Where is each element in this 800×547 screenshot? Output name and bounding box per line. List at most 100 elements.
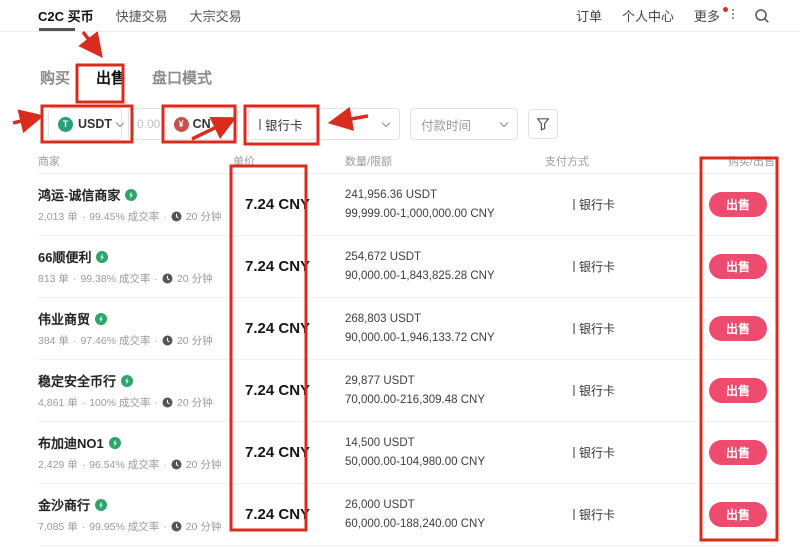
- merchant-name[interactable]: 鸿运-诚信商家: [38, 185, 120, 204]
- merchant-stats: 384 单· 97.46% 成交率· 20 分钟: [38, 333, 233, 348]
- nav-item-more[interactable]: 更多: [694, 6, 734, 25]
- sell-button[interactable]: 出售: [709, 440, 767, 465]
- merchant-name[interactable]: 66顺便利: [38, 247, 91, 266]
- available-amount: 268,803 USDT: [345, 310, 545, 328]
- unit-price: 7.24 CNY: [233, 320, 345, 337]
- nav-item-profile[interactable]: 个人中心: [622, 6, 674, 25]
- table-row: 66顺便利 813 单· 99.38% 成交率· 20 分钟 7.24 CNY …: [38, 236, 775, 298]
- available-amount: 29,877 USDT: [345, 372, 545, 390]
- unit-price: 7.24 CNY: [233, 506, 345, 523]
- advanced-filter-button[interactable]: [528, 109, 558, 139]
- clock-icon: [162, 273, 173, 284]
- clock-icon: [171, 211, 182, 222]
- header-merchant: 商家: [38, 153, 233, 169]
- limit-range: 90,000.00-1,946,133.72 CNY: [345, 329, 545, 347]
- chevron-down-icon: [116, 118, 124, 126]
- amount-limit-cell: 254,672 USDT 90,000.00-1,843,825.28 CNY: [345, 248, 545, 285]
- chevron-down-icon: [222, 118, 230, 126]
- amount-input[interactable]: [137, 117, 169, 131]
- payment-method: 银行卡: [545, 382, 677, 399]
- merchant-name[interactable]: 金沙商行: [38, 495, 90, 514]
- merchant-stats: 2,013 单· 99.45% 成交率· 20 分钟: [38, 209, 233, 224]
- verified-badge-icon: [95, 313, 107, 325]
- nav-item-orders[interactable]: 订单: [576, 6, 602, 25]
- limit-range: 60,000.00-188,240.00 CNY: [345, 515, 545, 533]
- available-amount: 14,500 USDT: [345, 434, 545, 452]
- payment-method: 银行卡: [545, 258, 677, 275]
- merchant-name[interactable]: 伟业商贸: [38, 309, 90, 328]
- limit-range: 90,000.00-1,843,825.28 CNY: [345, 267, 545, 285]
- table-row: 稳定安全币行 4,861 单· 100% 成交率· 20 分钟 7.24 CNY…: [38, 360, 775, 422]
- vertical-dots-icon: [732, 9, 734, 19]
- chevron-down-icon: [500, 118, 508, 126]
- clock-icon: [162, 397, 173, 408]
- available-amount: 254,672 USDT: [345, 248, 545, 266]
- payment-color-bar-icon: [573, 199, 575, 210]
- amount-limit-cell: 29,877 USDT 70,000.00-216,309.48 CNY: [345, 372, 545, 409]
- verified-badge-icon: [109, 437, 121, 449]
- payment-time-select[interactable]: 付款时间: [410, 108, 518, 140]
- tab-buy[interactable]: 购买: [40, 68, 70, 89]
- amount-limit-cell: 241,956.36 USDT 99,999.00-1,000,000.00 C…: [345, 186, 545, 223]
- sell-button[interactable]: 出售: [709, 502, 767, 527]
- clock-icon: [171, 459, 182, 470]
- sell-button[interactable]: 出售: [709, 316, 767, 341]
- payment-color-bar-icon: [573, 385, 575, 396]
- table-row: 鸿运-诚信商家 2,013 单· 99.45% 成交率· 20 分钟 7.24 …: [38, 174, 775, 236]
- nav-item-block-trade[interactable]: 大宗交易: [190, 0, 242, 31]
- sell-button[interactable]: 出售: [709, 254, 767, 279]
- sell-button[interactable]: 出售: [709, 378, 767, 403]
- cny-coin-icon: ¥: [174, 117, 189, 132]
- unit-price: 7.24 CNY: [233, 444, 345, 461]
- verified-badge-icon: [95, 499, 107, 511]
- merchant-stats: 813 单· 99.38% 成交率· 20 分钟: [38, 271, 233, 286]
- unit-price: 7.24 CNY: [233, 382, 345, 399]
- merchant-stats: 7,085 单· 99.95% 成交率· 20 分钟: [38, 519, 233, 534]
- table-header: 商家 单价 数量/限额 支付方式 购买/出售: [38, 153, 775, 174]
- payment-method: 银行卡: [545, 320, 677, 337]
- time-select-value: 付款时间: [421, 115, 471, 134]
- payment-method-select[interactable]: 银行卡: [248, 108, 400, 140]
- tab-sell[interactable]: 出售: [96, 68, 126, 89]
- funnel-icon: [536, 117, 550, 131]
- header-payment: 支付方式: [545, 153, 677, 169]
- verified-badge-icon: [125, 189, 137, 201]
- annotation-arrow-c2c-to-tabs: [83, 32, 99, 53]
- top-navigation: C2C 买币 快捷交易 大宗交易 订单 个人中心 更多: [0, 0, 800, 32]
- table-row: 伟业商贸 384 单· 97.46% 成交率· 20 分钟 7.24 CNY 2…: [38, 298, 775, 360]
- payment-color-bar-icon: [573, 261, 575, 272]
- table-row: 布加迪NO1 2,429 单· 96.54% 成交率· 20 分钟 7.24 C…: [38, 422, 775, 484]
- payment-color-bar-icon: [573, 509, 575, 520]
- payment-color-bar-icon: [573, 447, 575, 458]
- clock-icon: [171, 521, 182, 532]
- crypto-select[interactable]: T USDT: [48, 108, 122, 140]
- limit-range: 50,000.00-104,980.00 CNY: [345, 453, 545, 471]
- payment-color-bar-icon: [259, 119, 261, 130]
- fiat-select-value: CNY: [193, 117, 219, 131]
- payment-select-value: 银行卡: [265, 115, 303, 134]
- filter-bar: T USDT ¥ CNY 银行卡 付款时间: [0, 108, 800, 140]
- sell-button[interactable]: 出售: [709, 192, 767, 217]
- nav-item-c2c[interactable]: C2C 买币: [38, 0, 94, 31]
- available-amount: 241,956.36 USDT: [345, 186, 545, 204]
- nav-item-express-trade[interactable]: 快捷交易: [116, 0, 168, 31]
- payment-method: 银行卡: [545, 196, 677, 213]
- search-icon[interactable]: [754, 8, 770, 24]
- available-amount: 26,000 USDT: [345, 496, 545, 514]
- amount-limit-cell: 14,500 USDT 50,000.00-104,980.00 CNY: [345, 434, 545, 471]
- chevron-down-icon: [382, 118, 390, 126]
- unit-price: 7.24 CNY: [233, 196, 345, 213]
- limit-range: 70,000.00-216,309.48 CNY: [345, 391, 545, 409]
- merchant-name[interactable]: 稳定安全币行: [38, 371, 116, 390]
- payment-color-bar-icon: [573, 323, 575, 334]
- tab-orderbook-mode[interactable]: 盘口模式: [152, 68, 212, 89]
- trade-side-tabs: 购买 出售 盘口模式: [0, 68, 800, 89]
- amount-fiat-group: ¥ CNY: [128, 108, 238, 140]
- header-action: 购买/出售: [677, 153, 775, 169]
- verified-badge-icon: [96, 251, 108, 263]
- merchant-name[interactable]: 布加迪NO1: [38, 433, 104, 452]
- fiat-select[interactable]: ¥ CNY: [174, 117, 229, 132]
- amount-limit-cell: 268,803 USDT 90,000.00-1,946,133.72 CNY: [345, 310, 545, 347]
- crypto-select-value: USDT: [78, 117, 112, 131]
- merchant-stats: 4,861 单· 100% 成交率· 20 分钟: [38, 395, 233, 410]
